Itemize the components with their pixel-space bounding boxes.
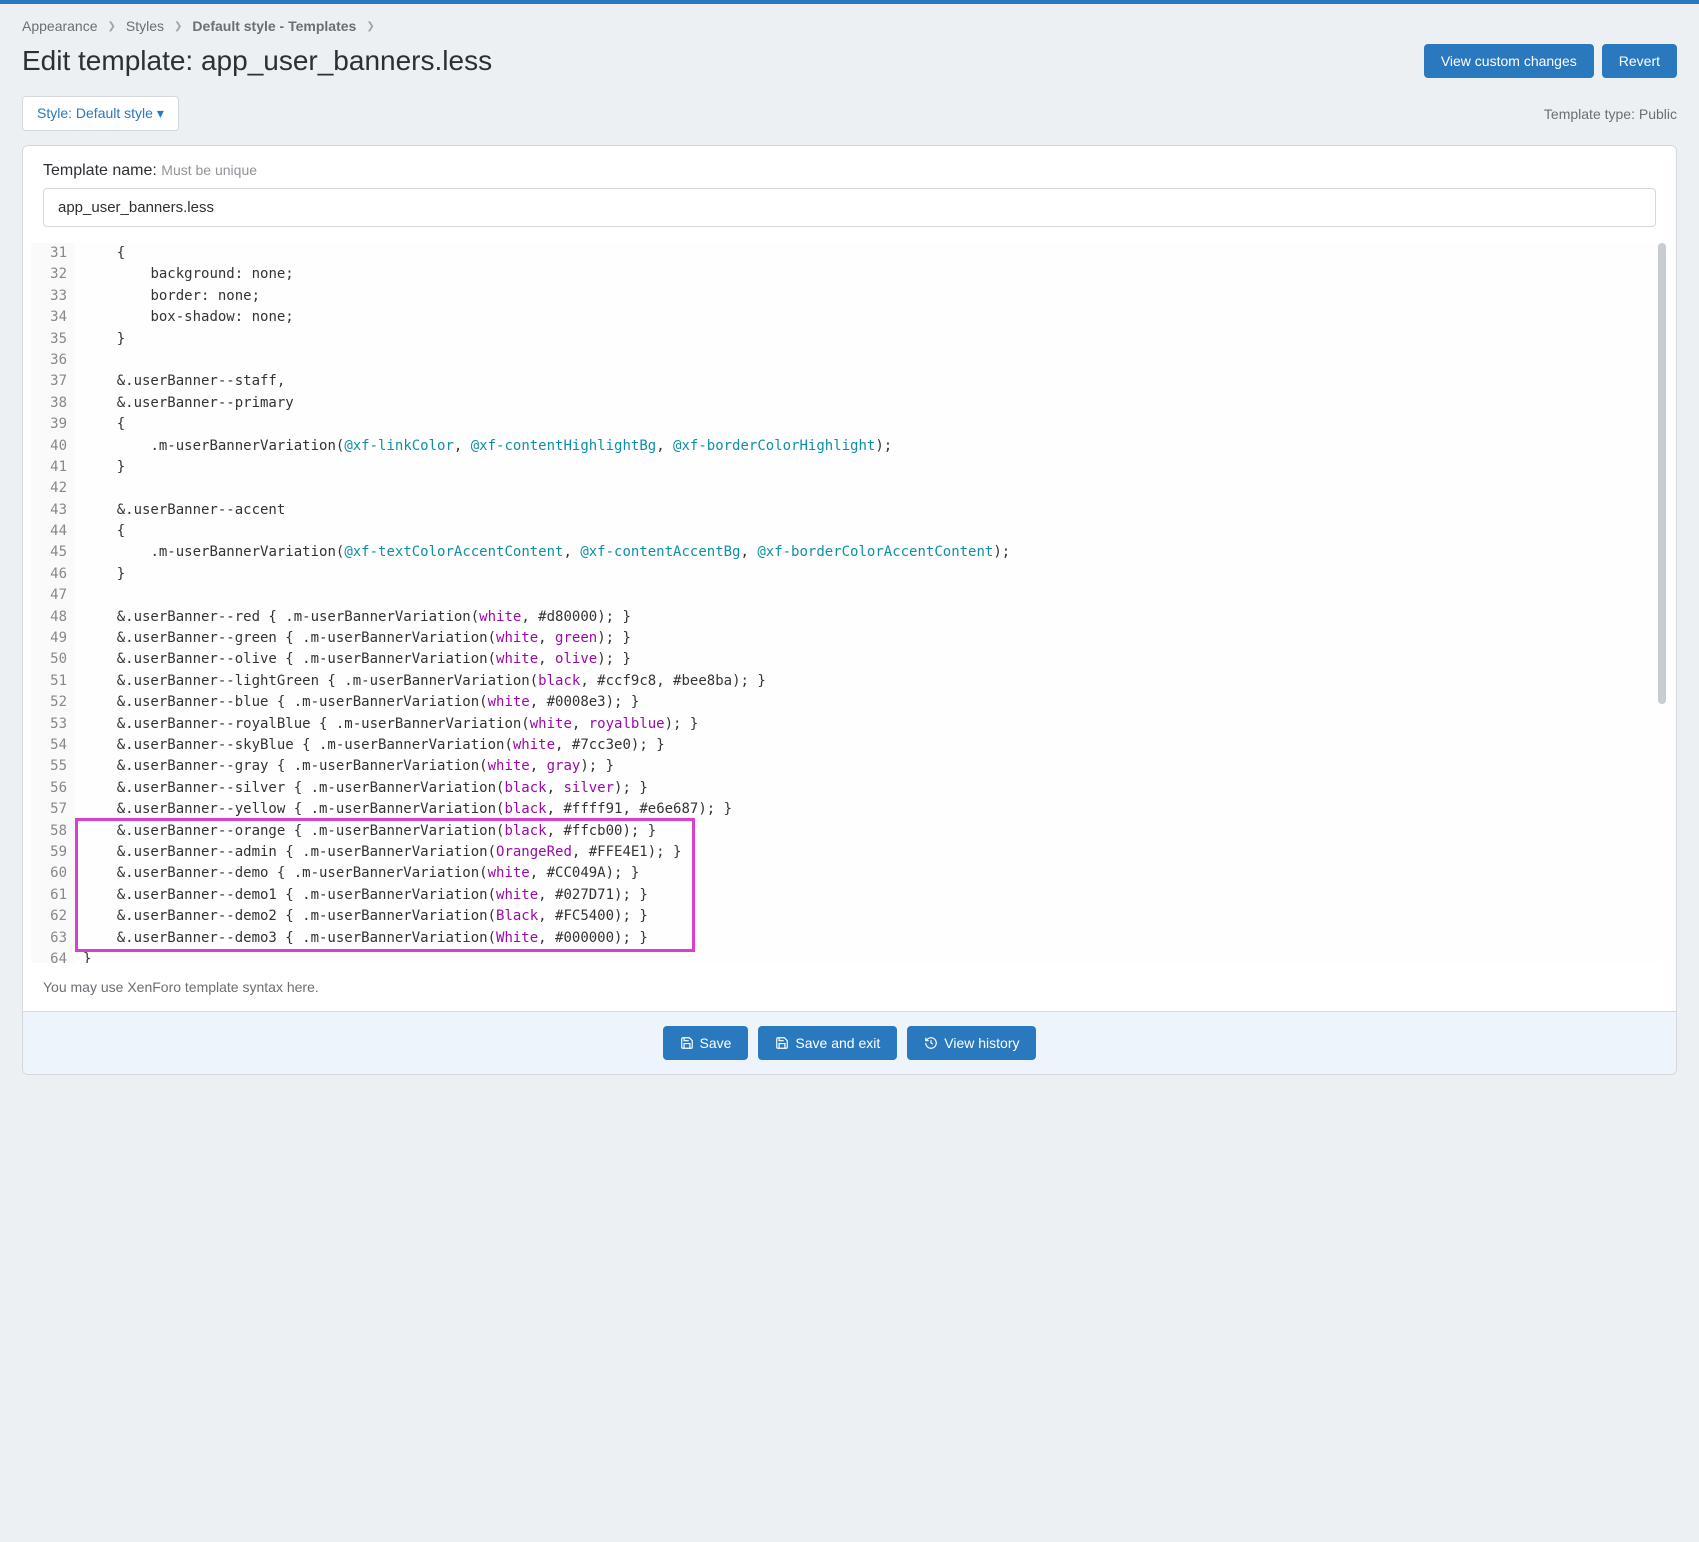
template-type-label: Template type: Public <box>1544 106 1677 122</box>
breadcrumb-item[interactable]: Appearance <box>22 18 98 34</box>
scrollbar[interactable] <box>1658 243 1666 963</box>
footer-actions: Save Save and exit View history <box>23 1011 1676 1074</box>
chevron-right-icon: ❯ <box>108 21 116 32</box>
style-selector-dropdown[interactable]: Style: Default style ▾ <box>22 96 179 131</box>
save-exit-button-label: Save and exit <box>795 1035 880 1051</box>
line-gutter: 3132333435363738394041424344454647484950… <box>31 243 75 963</box>
template-name-label-text: Template name: <box>43 162 157 179</box>
chevron-right-icon: ❯ <box>174 21 182 32</box>
template-name-input[interactable] <box>43 188 1656 227</box>
breadcrumb: Appearance ❯ Styles ❯ Default style - Te… <box>22 4 1677 44</box>
template-name-hint: Must be unique <box>161 162 257 178</box>
breadcrumb-item[interactable]: Styles <box>126 18 164 34</box>
view-history-button-label: View history <box>944 1035 1019 1051</box>
breadcrumb-item[interactable]: Default style - Templates <box>192 18 356 34</box>
save-exit-button[interactable]: Save and exit <box>758 1026 897 1060</box>
save-icon <box>775 1036 789 1050</box>
page-title: Edit template: app_user_banners.less <box>22 45 492 77</box>
chevron-right-icon: ❯ <box>366 21 374 32</box>
revert-button[interactable]: Revert <box>1602 44 1677 78</box>
save-button[interactable]: Save <box>663 1026 749 1060</box>
save-button-label: Save <box>700 1035 732 1051</box>
history-icon <box>924 1036 938 1050</box>
code-editor[interactable]: 3132333435363738394041424344454647484950… <box>31 243 1668 963</box>
code-content[interactable]: { background: none; border: none; box-sh… <box>31 243 1668 963</box>
view-custom-changes-button[interactable]: View custom changes <box>1424 44 1594 78</box>
template-name-label: Template name: Must be unique <box>43 162 1656 180</box>
view-history-button[interactable]: View history <box>907 1026 1036 1060</box>
save-icon <box>680 1036 694 1050</box>
helper-note: You may use XenForo template syntax here… <box>23 963 1676 1011</box>
style-selector-label: Style: Default style <box>37 105 153 121</box>
template-panel: Template name: Must be unique 3132333435… <box>22 145 1677 1075</box>
caret-down-icon: ▾ <box>157 105 164 121</box>
scrollbar-thumb[interactable] <box>1658 243 1666 704</box>
